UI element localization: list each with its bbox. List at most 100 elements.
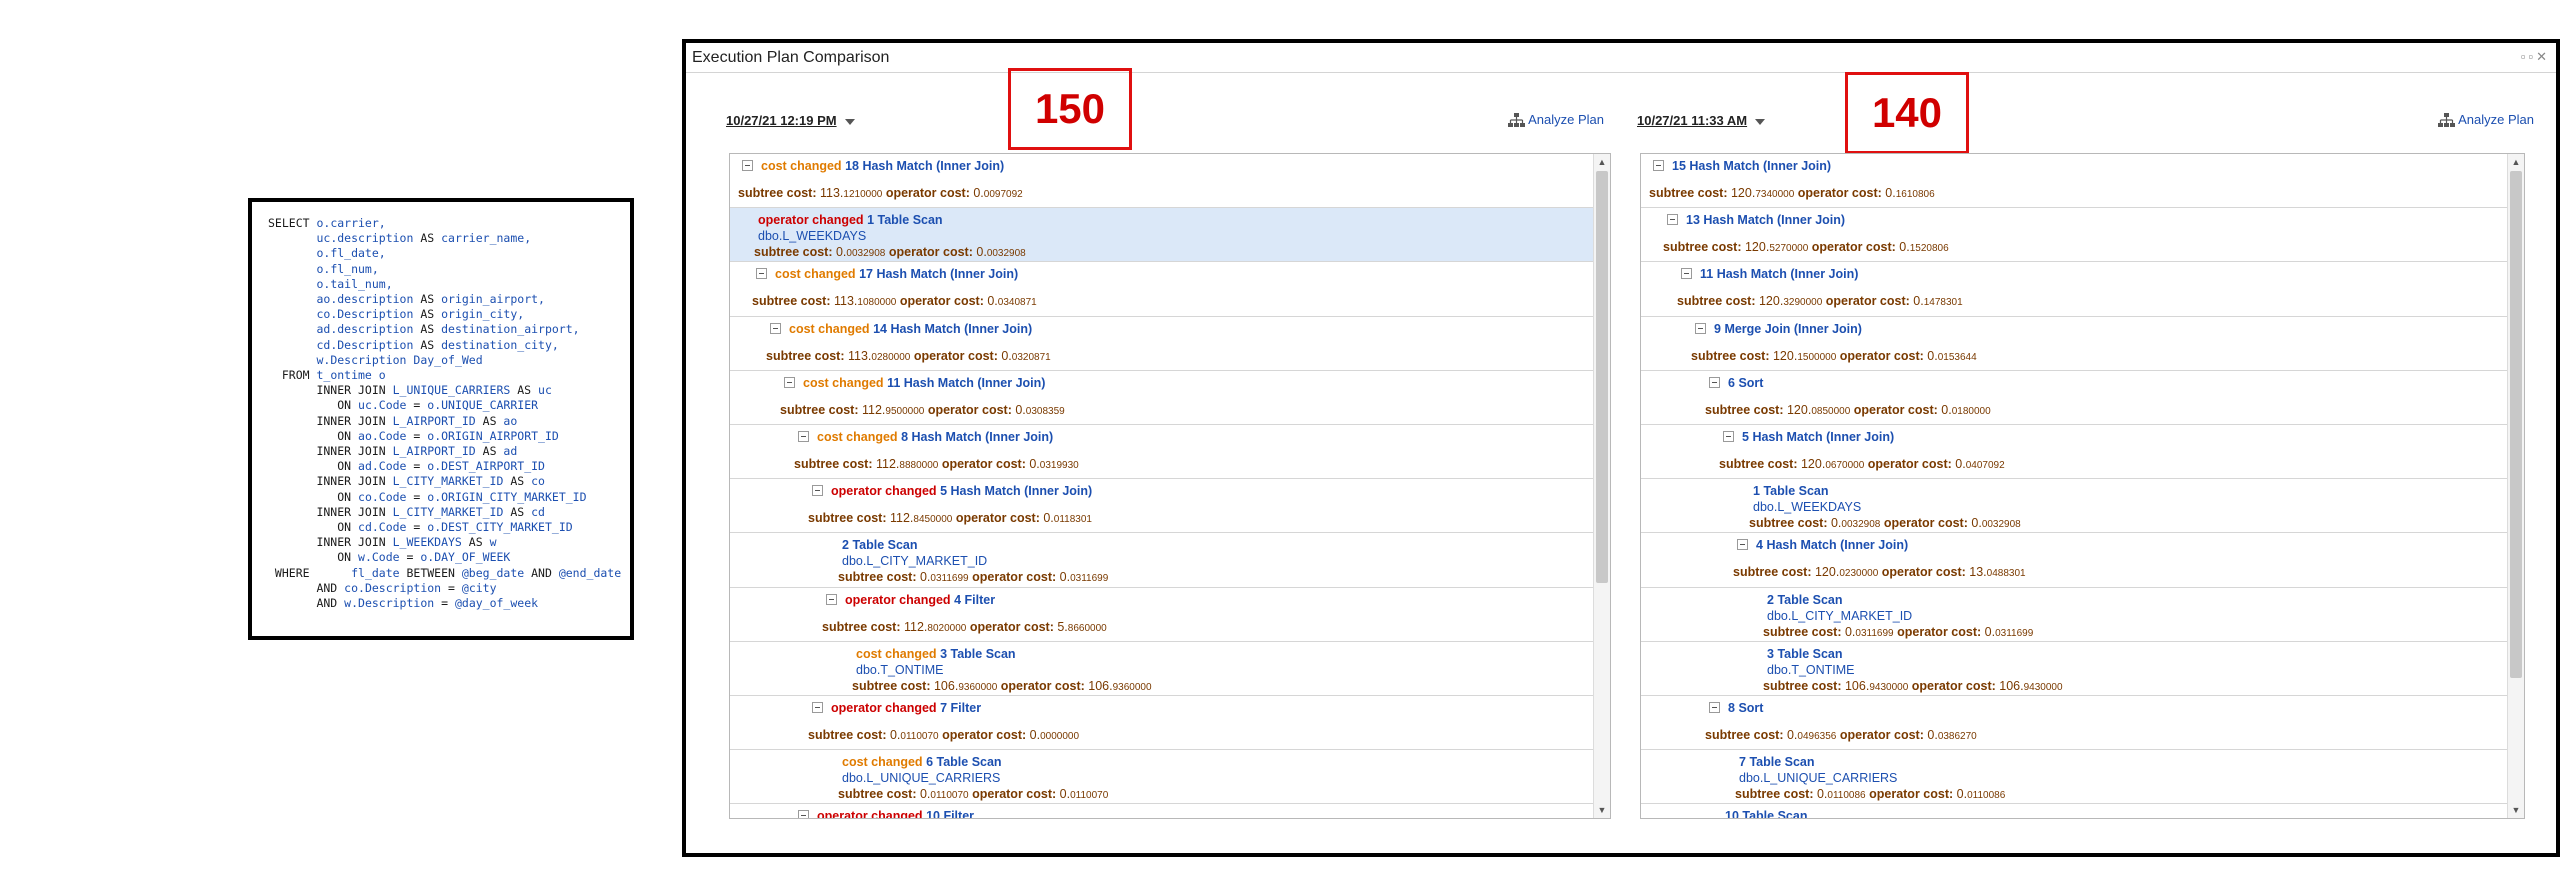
left-scrollbar[interactable]: ▲ ▼ [1593,154,1610,818]
scroll-down-icon[interactable]: ▼ [2508,802,2524,818]
subtree-cost-label: subtree cost: [1749,516,1828,531]
subtree-cost-dec: 9360000 [958,681,998,693]
collapse-toggle-icon[interactable] [784,376,795,388]
subtree-cost-value: 0.0496356 [1787,728,1836,742]
plan-node-operator: Hash Match (Inner Join) [1716,267,1859,282]
plan-node-row[interactable]: operator changed 5 Hash Match (Inner Joi… [730,479,1593,534]
sql-token: ON [268,550,359,565]
plan-node-row[interactable]: cost changed 3 Table Scan dbo.T_ONTIME sub… [730,642,1593,696]
right-scrollbar[interactable]: ▲ ▼ [2507,154,2524,818]
plan-node-row[interactable]: 6 Sort subtree cost: 120.0850000 operator… [1641,371,2507,425]
collapse-toggle-icon[interactable] [826,593,837,605]
operator-cost-dec: 0180000 [1951,405,1991,417]
plan-node-row[interactable]: 3 Table Scan dbo.T_ONTIME subtree cost: 10… [1641,642,2507,696]
collapse-toggle-icon[interactable] [798,810,809,818]
collapse-toggle-icon[interactable] [1709,376,1720,388]
plan-node-row[interactable]: operator changed 10 Filter [730,804,1593,818]
operator-cost-dec: 0340871 [997,297,1037,309]
plan-node-operator: Table Scan [1777,646,1843,661]
sql-token: = [448,580,462,595]
plan-node-row[interactable]: cost changed 8 Hash Match (Inner Join) su… [730,425,1593,480]
plan-node-row[interactable]: cost changed 11 Hash Match (Inner Join) s… [730,371,1593,425]
collapse-toggle-icon[interactable] [812,701,823,713]
plan-node-row[interactable]: 10 Table Scan [1641,804,2507,818]
plan-node-row[interactable]: cost changed 14 Hash Match (Inner Join) s… [730,317,1593,371]
plan-node-row[interactable]: 13 Hash Match (Inner Join) subtree cost: … [1641,208,2507,263]
sql-token: = [413,398,428,413]
subtree-cost-value: 113.0280000 [848,349,910,363]
subtree-cost-int: 120. [1786,402,1812,417]
right-scrollbar-thumb[interactable] [2510,171,2522,678]
plan-node-row[interactable]: operator changed 1 Table Scan dbo.L_WEEKD… [730,208,1593,263]
operator-cost-value: 0.1610806 [1885,186,1934,200]
plan-node-costs: subtree cost: 0.0311699 operator cost: 0… [730,570,1593,586]
plan-node-id: 9 [1714,321,1721,336]
plan-node-row[interactable]: 15 Hash Match (Inner Join) subtree cost: … [1641,154,2507,209]
collapse-toggle-icon[interactable] [756,268,767,280]
collapse-toggle-icon[interactable] [1709,701,1720,713]
scroll-up-icon[interactable]: ▲ [2508,154,2524,170]
plan-node-row[interactable]: 8 Sort subtree cost: 0.0496356 operator c… [1641,696,2507,751]
collapse-toggle-icon[interactable] [812,485,823,497]
collapse-toggle-icon[interactable] [798,430,809,442]
plan-node-row[interactable]: operator changed 4 Filter subtree cost: 1… [730,588,1593,642]
collapse-toggle-icon[interactable] [1723,430,1734,442]
plan-node-row[interactable]: 7 Table Scan dbo.L_UNIQUE_CARRIERS subtree… [1641,750,2507,805]
plan-node-row[interactable]: 9 Merge Join (Inner Join) subtree cost: 1… [1641,317,2507,371]
operator-cost-value: 106.9430000 [1999,679,2062,693]
collapse-toggle-icon[interactable] [1695,322,1706,334]
sql-token: @beg_date [461,565,532,580]
collapse-toggle-icon[interactable] [1653,160,1664,171]
hierarchy-icon [1508,113,1526,128]
plan-node-costs: subtree cost: 120.1500000 operator cost:… [1641,349,2507,365]
plan-node-header: operator changed 10 Filter [730,809,1593,818]
plan-node-row[interactable]: 4 Hash Match (Inner Join) subtree cost: 1… [1641,533,2507,588]
subtree-cost-label: subtree cost: [1705,402,1784,417]
operator-cost-dec: 9430000 [2023,681,2063,693]
right-plan-date-selector[interactable]: 10/27/21 11:33 AM [1637,113,1766,128]
plan-node-row[interactable]: 1 Table Scan dbo.L_WEEKDAYS subtree cost: … [1641,479,2507,534]
sql-line: INNER JOIN L_WEEKDAYS AS w [268,535,614,550]
plan-node-operator: Table Scan [877,213,943,228]
collapse-toggle-icon[interactable] [1667,214,1678,226]
right-plan-tree: 15 Hash Match (Inner Join) subtree cost: … [1640,153,2525,819]
subtree-cost-label: subtree cost: [838,787,917,802]
sql-token: = [413,520,428,535]
sql-line: AND w.Description = @day_of_week [268,596,614,611]
operator-cost-int: 0. [1941,402,1952,417]
plan-node-row[interactable]: cost changed 17 Hash Match (Inner Join) s… [730,262,1593,317]
left-plan-date-selector[interactable]: 10/27/21 12:19 PM [726,113,855,128]
plan-node-costs: subtree cost: 0.0032908 operator cost: 0… [730,245,1593,261]
collapse-toggle-icon[interactable] [742,160,753,171]
sql-token: o.DEST_AIRPORT_ID [427,459,545,474]
window-controls-icon[interactable]: ▫▫✕ [2521,49,2550,65]
scroll-up-icon[interactable]: ▲ [1594,154,1610,170]
plan-node-id: 1 [867,213,875,228]
plan-node-row[interactable]: 5 Hash Match (Inner Join) subtree cost: 1… [1641,425,2507,480]
left-plan-tree: cost changed 18 Hash Match (Inner Join) s… [729,153,1611,819]
collapse-toggle-icon[interactable] [1681,268,1692,280]
sql-token: o.ORIGIN_CITY_MARKET_ID [427,489,587,504]
plan-node-row[interactable]: 11 Hash Match (Inner Join) subtree cost: … [1641,262,2507,317]
collapse-toggle-icon[interactable] [1737,539,1748,551]
plan-node-row[interactable]: cost changed 6 Table Scan dbo.L_UNIQUE_CA… [730,750,1593,805]
subtree-cost-dec: 1080000 [857,297,897,309]
operator-cost-label: operator cost: [1867,456,1952,471]
sql-line: ao.description AS origin_airport, [268,292,614,307]
plan-node-row[interactable]: operator changed 7 Filter subtree cost: 0… [730,696,1593,751]
left-scrollbar-thumb[interactable] [1596,171,1608,583]
scroll-down-icon[interactable]: ▼ [1594,802,1610,818]
left-analyze-plan-link[interactable]: Analyze Plan [1508,112,1604,128]
collapse-toggle-icon[interactable] [770,322,781,334]
plan-node-row[interactable]: 2 Table Scan dbo.L_CITY_MARKET_ID subtree … [730,533,1593,588]
plan-node-row[interactable]: cost changed 18 Hash Match (Inner Join) s… [730,154,1593,209]
operator-cost-dec: 0311699 [1070,573,1109,585]
operator-cost-value: 0.0386270 [1927,728,1976,742]
subtree-cost-dec: 0230000 [1839,568,1879,580]
plan-node-row[interactable]: 2 Table Scan dbo.L_CITY_MARKET_ID subtree … [1641,588,2507,642]
plan-node-object: dbo.T_ONTIME [1767,662,1855,677]
right-analyze-plan-link[interactable]: Analyze Plan [2438,112,2534,128]
left-plan-rows: cost changed 18 Hash Match (Inner Join) s… [730,154,1593,818]
